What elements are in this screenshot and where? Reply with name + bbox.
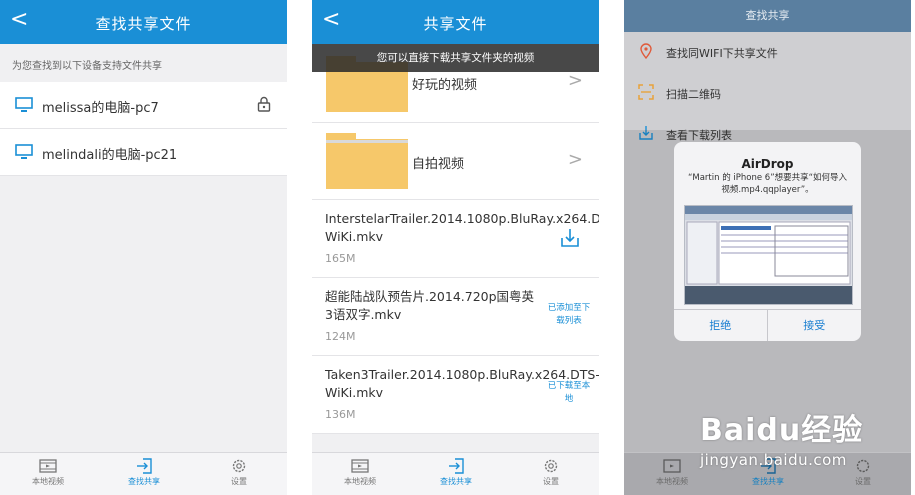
tab-settings[interactable]: 设置 (516, 458, 586, 487)
chevron-right-icon: > (567, 149, 583, 170)
file-size: 124M (325, 330, 356, 343)
location-pin-icon (640, 43, 652, 59)
accept-button[interactable]: 接受 (768, 310, 862, 341)
screenshot-thumbnail (685, 206, 852, 304)
chevron-right-icon: > (567, 70, 583, 91)
nav-bar: < 共享文件 (312, 0, 599, 44)
file-item[interactable]: Taken3Trailer.2014.1080p.BluRay.x264.DTS… (312, 356, 599, 434)
tab-label: 设置 (231, 477, 247, 486)
hint-text: 为您查找到以下设备支持文件共享 (12, 61, 162, 72)
menu-item-find-wifi[interactable]: 查找同WIFI下共享文件 (624, 32, 911, 73)
download-status: 已添加至下载列表 (547, 303, 591, 326)
watermark: Baidu经验 jingyan.baidu.com (700, 405, 863, 469)
tab-local-video[interactable]: 本地视频 (13, 458, 83, 487)
lock-icon (257, 96, 271, 112)
qr-scan-icon (638, 84, 654, 100)
tab-find-share[interactable]: 查找共享 (109, 458, 179, 487)
device-name: melindali的电脑-pc21 (42, 148, 178, 163)
film-icon (39, 459, 57, 473)
folder-name: 好玩的视频 (412, 78, 478, 93)
tab-label: 查找共享 (440, 477, 472, 486)
watermark-brand: Baidu经验 (700, 413, 864, 448)
tab-label: 设置 (543, 477, 559, 486)
film-icon (351, 459, 369, 473)
hint-bar: 为您查找到以下设备支持文件共享 (0, 44, 287, 82)
menu-label: 查找同WIFI下共享文件 (666, 47, 778, 60)
share-enter-icon (449, 458, 464, 474)
device-item[interactable]: melissa的电脑-pc7 (0, 82, 287, 129)
file-name: InterstelarTrailer.2014.1080p.BluRay.x26… (325, 211, 599, 244)
file-name: Taken3Trailer.2014.1080p.BluRay.x264.DTS… (325, 367, 599, 400)
page-title: 查找共享 (624, 0, 911, 32)
file-size: 165M (325, 252, 356, 265)
watermark-url: jingyan.baidu.com (700, 451, 847, 469)
tab-label: 本地视频 (32, 477, 64, 486)
file-name: 超能陆战队预告片.2014.720p国粤英3语双字.mkv (325, 289, 535, 322)
download-icon[interactable] (559, 228, 581, 248)
gear-icon (232, 459, 246, 473)
tab-settings[interactable]: 设置 (204, 458, 274, 487)
file-item[interactable]: InterstelarTrailer.2014.1080p.BluRay.x26… (312, 200, 599, 278)
tab-bar: 本地视频 查找共享 设置 (0, 452, 287, 495)
download-status: 已下载至本地 (547, 381, 591, 404)
folder-name: 自拍视频 (412, 157, 465, 172)
tab-local-video[interactable]: 本地视频 (325, 458, 395, 487)
file-list: 好玩的视频 > 自拍视频 > InterstelarTrailer.2014.1… (312, 44, 599, 434)
device-list: melissa的电脑-pc7 melindali的电脑-pc21 (0, 82, 287, 176)
device-name: melissa的电脑-pc7 (42, 101, 159, 116)
decline-button[interactable]: 拒绝 (674, 310, 768, 341)
share-enter-icon (137, 458, 152, 474)
gear-icon (544, 459, 558, 473)
phone-find-share-screen: < 查找共享文件 为您查找到以下设备支持文件共享 melissa的电脑-pc7 … (0, 0, 287, 495)
dialog-message: “Martin 的 iPhone 6”想要共享“如何导入视频.mp4.qqpla… (687, 173, 848, 195)
monitor-icon (15, 97, 33, 112)
preview-image (684, 205, 853, 305)
file-size: 136M (325, 408, 356, 421)
phone-shared-files-screen: < 共享文件 您可以直接下载共享文件夹的视频 好玩的视频 > 自拍视频 > In… (312, 0, 599, 495)
nav-bar: < 查找共享文件 (0, 0, 287, 44)
tab-label: 本地视频 (344, 477, 376, 486)
page-title: 共享文件 (423, 15, 488, 33)
airdrop-dialog: AirDrop “Martin 的 iPhone 6”想要共享“如何导入视频.m… (674, 142, 861, 341)
folder-item[interactable]: 自拍视频 > (312, 123, 599, 200)
monitor-icon (15, 144, 33, 159)
page-title: 查找共享文件 (95, 15, 192, 33)
menu-item-scan-qr[interactable]: 扫描二维码 (624, 73, 911, 114)
folder-icon (326, 133, 408, 189)
menu-label: 扫描二维码 (666, 88, 721, 101)
device-item[interactable]: melindali的电脑-pc21 (0, 129, 287, 176)
toast-message: 您可以直接下载共享文件夹的视频 (312, 44, 599, 72)
tab-bar: 本地视频 查找共享 设置 (312, 452, 599, 495)
tab-label: 查找共享 (128, 477, 160, 486)
dialog-buttons: 拒绝 接受 (674, 309, 861, 341)
file-item[interactable]: 超能陆战队预告片.2014.720p国粤英3语双字.mkv 124M 已添加至下… (312, 278, 599, 356)
dialog-title: AirDrop (741, 157, 794, 171)
tab-find-share[interactable]: 查找共享 (421, 458, 491, 487)
